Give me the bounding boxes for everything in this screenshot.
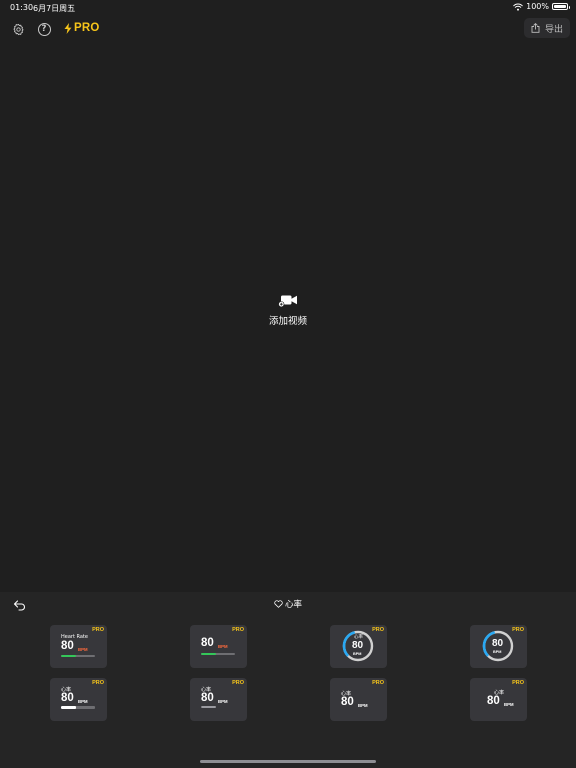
lightning-icon	[64, 22, 72, 34]
battery-icon	[552, 3, 570, 10]
template-card-8[interactable]: PRO 心率 80 BPM	[470, 678, 527, 721]
progress-fill	[201, 706, 217, 708]
gear-icon	[13, 23, 23, 35]
heart-icon	[274, 600, 283, 608]
add-video-label: 添加视频	[268, 316, 307, 327]
help-button[interactable]: ?	[34, 19, 54, 39]
pro-tag: PRO	[512, 680, 524, 686]
card-value: 80	[492, 638, 504, 649]
card-unit: BPM	[78, 699, 88, 704]
card-unit: BPM	[78, 647, 88, 652]
top-toolbar: ? PRO 导出	[0, 18, 576, 40]
template-card-2[interactable]: PRO 80 BPM	[190, 625, 247, 668]
status-bar: 01:30 6月7日周五 100%	[0, 0, 576, 14]
template-card-3[interactable]: PRO 心率 80 BPM	[330, 625, 387, 668]
status-right: 100%	[513, 2, 570, 11]
card-value: 80	[61, 692, 74, 704]
card-unit: BPM	[493, 650, 502, 654]
card-value: 80	[352, 640, 364, 651]
pro-tag: PRO	[92, 627, 104, 633]
panel-title: 心率	[0, 598, 576, 610]
template-panel: 心率 PRO Heart Rate 80 BPM PRO 80 BPM PRO …	[0, 592, 576, 768]
template-card-1[interactable]: PRO Heart Rate 80 BPM	[50, 625, 107, 668]
export-label: 导出	[544, 24, 563, 35]
template-card-4[interactable]: PRO 80 BPM	[470, 625, 527, 668]
export-button[interactable]: 导出	[524, 18, 570, 38]
pro-tag: PRO	[232, 627, 244, 633]
card-value: 80	[341, 696, 354, 708]
card-unit: BPM	[504, 702, 514, 707]
pro-upgrade-button[interactable]: PRO	[64, 22, 100, 34]
progress-bar	[61, 655, 95, 657]
share-icon	[531, 23, 540, 33]
template-card-6[interactable]: PRO 心率 80 BPM	[190, 678, 247, 721]
status-date: 6月7日周五	[33, 4, 76, 13]
panel-title-text: 心率	[284, 600, 302, 610]
pro-tag: PRO	[92, 680, 104, 686]
video-camera-add-icon	[278, 295, 297, 308]
pro-tag: PRO	[232, 680, 244, 686]
card-value: 80	[61, 640, 74, 652]
card-unit: BPM	[353, 652, 362, 656]
pro-label: PRO	[74, 22, 100, 34]
progress-bar	[61, 706, 95, 709]
card-value: 80	[201, 637, 214, 649]
progress-fill	[61, 655, 77, 657]
progress-fill	[201, 653, 217, 655]
battery-percent: 100%	[526, 2, 549, 11]
card-unit: BPM	[218, 699, 228, 704]
progress-bar	[201, 706, 235, 708]
pro-tag: PRO	[372, 680, 384, 686]
card-value: 80	[487, 695, 500, 707]
card-unit: BPM	[218, 644, 228, 649]
template-card-7[interactable]: PRO 心率 80 BPM	[330, 678, 387, 721]
wifi-icon	[513, 3, 523, 11]
status-time: 01:30	[10, 3, 34, 12]
add-video-button[interactable]: 添加视频	[238, 293, 338, 327]
progress-fill	[61, 706, 77, 709]
progress-bar	[201, 653, 235, 655]
template-card-5[interactable]: PRO 心率 80 BPM	[50, 678, 107, 721]
question-icon: ?	[37, 22, 51, 36]
help-glyph: ?	[41, 24, 47, 34]
card-value: 80	[201, 692, 214, 704]
settings-button[interactable]	[8, 19, 28, 39]
home-indicator	[200, 760, 376, 763]
card-unit: BPM	[358, 703, 368, 708]
